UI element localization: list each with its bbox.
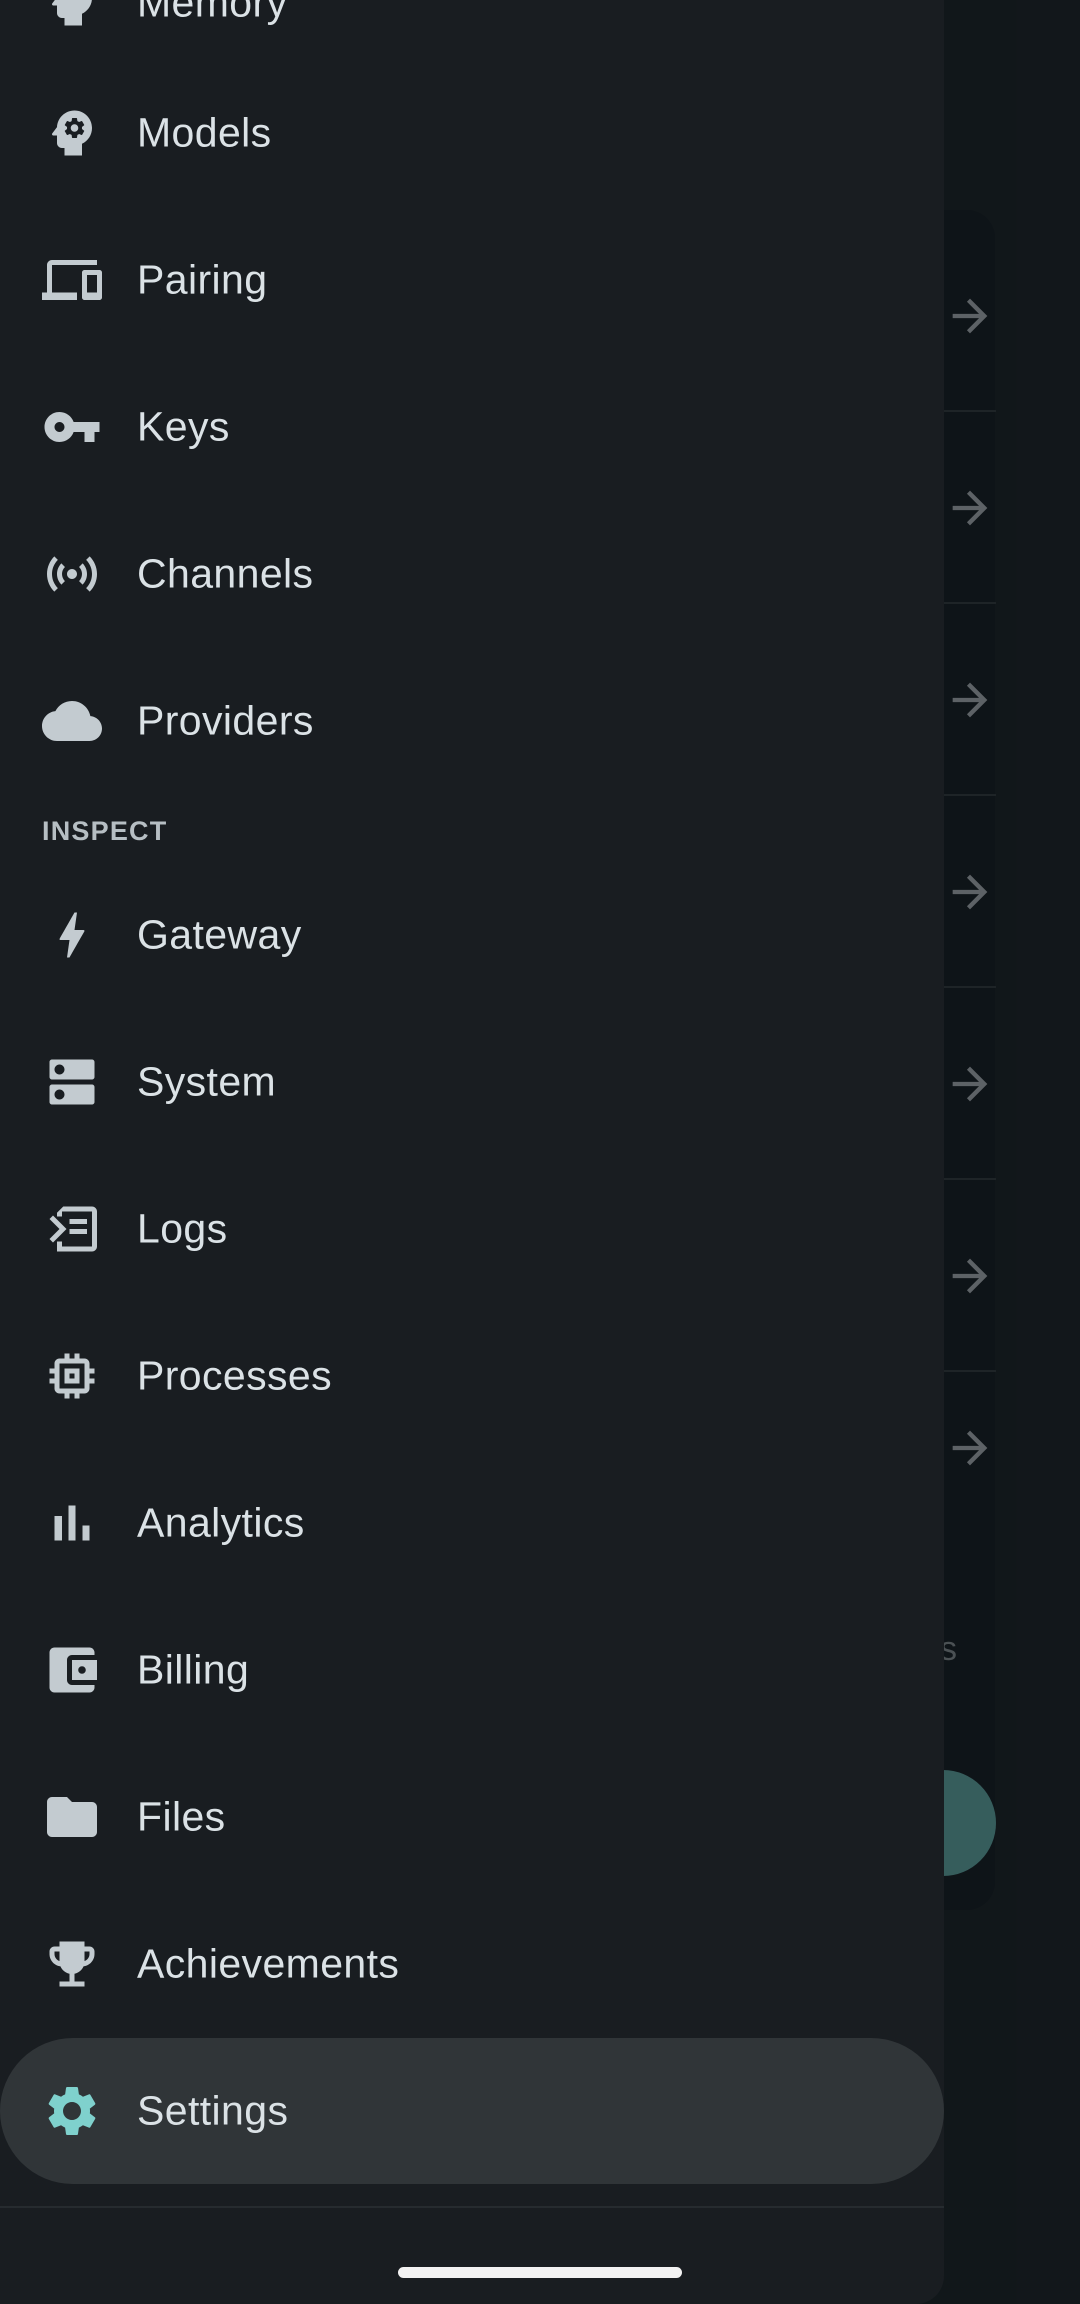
nav-item-label: Providers [137, 697, 314, 744]
nav-item-label: Processes [137, 1352, 333, 1399]
nav-item-label: Memory [137, 0, 288, 26]
nav-item-label: Pairing [137, 256, 268, 303]
nav-item-analytics[interactable]: Analytics [0, 1450, 944, 1596]
nav-item-label: Channels [137, 550, 314, 597]
nav-item-channels[interactable]: Channels [0, 501, 944, 647]
devices-icon [40, 248, 104, 312]
nav-item-label: Keys [137, 403, 230, 450]
drawer-divider [0, 2206, 944, 2208]
bar-chart-icon [40, 1491, 104, 1555]
chip-icon [40, 1344, 104, 1408]
nav-item-label: Models [137, 109, 272, 156]
nav-item-label: Gateway [137, 911, 302, 958]
section-header-inspect: INSPECT [42, 816, 168, 846]
nav-item-label: Billing [137, 1646, 250, 1693]
nav-item-label: Logs [137, 1205, 228, 1252]
trophy-icon [40, 1932, 104, 1996]
nav-item-label: System [137, 1058, 277, 1105]
dns-icon [40, 1050, 104, 1114]
nav-item-label: Settings [137, 2087, 289, 2134]
nav-item-billing[interactable]: Billing [0, 1597, 944, 1743]
cloud-icon [40, 689, 104, 753]
nav-item-label: Files [137, 1793, 226, 1840]
nav-item-achievements[interactable]: Achievements [0, 1891, 944, 2037]
nav-item-label: Achievements [137, 1940, 400, 1987]
nav-item-logs[interactable]: Logs [0, 1156, 944, 1302]
navigation-drawer: Memory Models Pairing Keys Channels Prov… [0, 0, 944, 2304]
gear-icon [40, 2079, 104, 2143]
broadcast-icon [40, 542, 104, 606]
nav-item-processes[interactable]: Processes [0, 1303, 944, 1449]
wallet-icon [40, 1638, 104, 1702]
nav-item-system[interactable]: System [0, 1009, 944, 1155]
nav-item-settings[interactable]: Settings [0, 2038, 944, 2184]
nav-item-providers[interactable]: Providers [0, 648, 944, 794]
key-icon [40, 395, 104, 459]
nav-item-files[interactable]: Files [0, 1744, 944, 1890]
bolt-icon [40, 903, 104, 967]
folder-icon [40, 1785, 104, 1849]
nav-item-keys[interactable]: Keys [0, 354, 944, 500]
head-gear-icon [40, 101, 104, 165]
memory-icon [40, 0, 104, 35]
nav-item-label: Analytics [137, 1499, 305, 1546]
nav-item-pairing[interactable]: Pairing [0, 207, 944, 353]
nav-item-gateway[interactable]: Gateway [0, 862, 944, 1008]
home-indicator[interactable] [398, 2267, 682, 2278]
nav-item-models[interactable]: Models [0, 60, 944, 206]
logs-icon [40, 1197, 104, 1261]
